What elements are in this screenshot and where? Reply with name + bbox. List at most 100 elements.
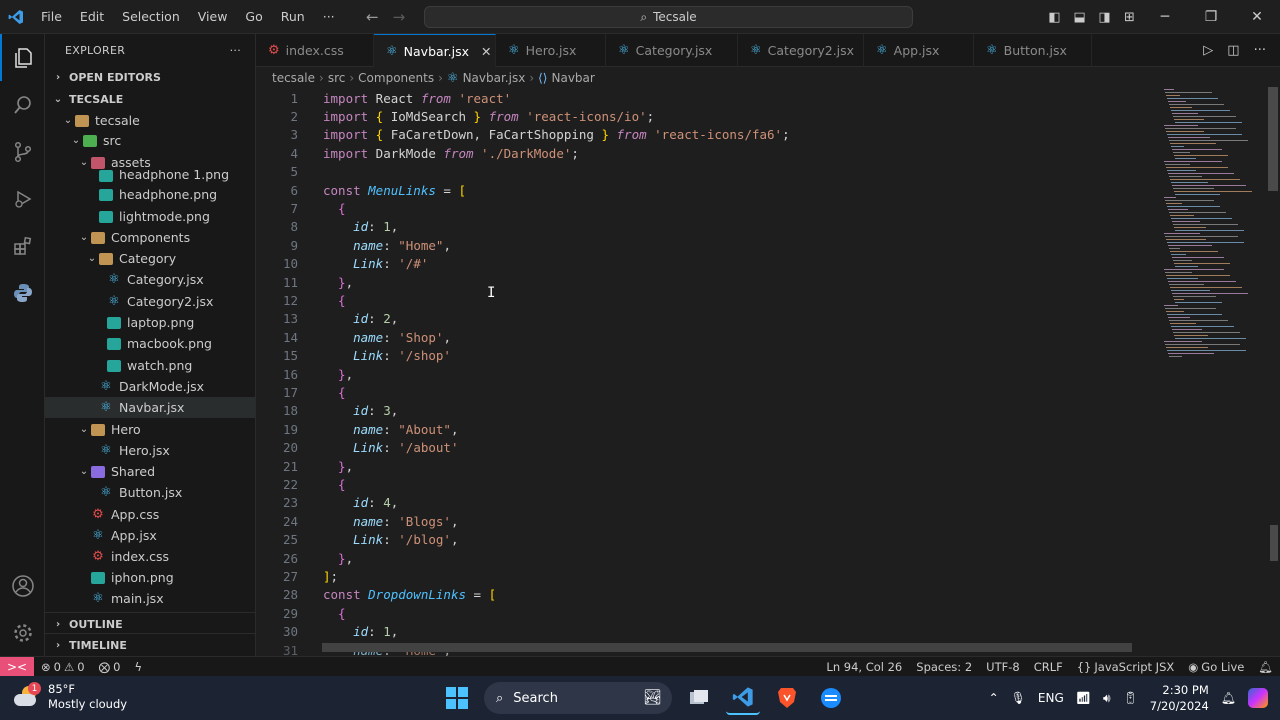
tree-item[interactable]: ⌄ Category	[45, 248, 255, 269]
explorer-icon[interactable]	[0, 34, 45, 81]
tree-item[interactable]: ⚛ DarkMode.jsx	[45, 376, 255, 397]
microphone-icon[interactable]: 🎙︎	[1011, 691, 1026, 705]
python-icon[interactable]	[0, 269, 45, 316]
outline-section[interactable]: › OUTLINE	[45, 612, 255, 634]
tab[interactable]: ⚛ Navbar.jsx ✕	[374, 34, 496, 67]
tree-item[interactable]: lightmode.png	[45, 206, 255, 227]
task-view-icon[interactable]	[682, 681, 716, 715]
tree-item[interactable]: ⚛ Navbar.jsx	[45, 397, 255, 418]
tree-item[interactable]: ⚛ Category2.jsx	[45, 291, 255, 312]
language-mode[interactable]: {} JavaScript JSX	[1070, 660, 1182, 674]
close-tab-icon[interactable]: ✕	[481, 44, 491, 59]
taskbar-search[interactable]: ⌕ Search 🏞︎	[484, 682, 672, 714]
brave-browser-icon[interactable]	[770, 681, 804, 715]
remote-indicator[interactable]: ><	[0, 656, 34, 677]
cursor-position[interactable]: Ln 94, Col 26	[819, 660, 909, 674]
tree-item[interactable]: headphone.png	[45, 184, 255, 205]
customize-layout-icon[interactable]: ⊞	[1117, 10, 1142, 25]
app-icon-blue[interactable]	[814, 681, 848, 715]
code-editor[interactable]: 1 import React from 'react' 2 import { IoMd…	[256, 89, 1156, 656]
menu-item[interactable]: File	[32, 0, 71, 34]
open-editors-section[interactable]: › OPEN EDITORS	[45, 66, 161, 88]
minimap[interactable]	[1156, 67, 1280, 656]
tree-item[interactable]: ⚛ App.jsx	[45, 525, 255, 546]
tree-item[interactable]: headphone 1.png	[45, 170, 255, 182]
menu-item[interactable]: Selection	[113, 0, 189, 34]
explorer-more-icon[interactable]: ···	[230, 44, 241, 57]
source-control-icon[interactable]	[0, 128, 45, 175]
tree-item[interactable]: watch.png	[45, 355, 255, 376]
go-live-button[interactable]: ◉ Go Live	[1181, 660, 1251, 674]
ports-indicator[interactable]: ⨂ 0	[92, 660, 128, 674]
tab[interactable]: ⚛ Category.jsx	[606, 34, 738, 67]
tab[interactable]: ⚛ Button.jsx	[974, 34, 1092, 67]
account-icon[interactable]	[0, 562, 45, 609]
tree-item[interactable]: ⚛ main.jsx	[45, 588, 255, 609]
timeline-section[interactable]: › TIMELINE	[45, 633, 255, 655]
copilot-icon[interactable]	[1248, 688, 1268, 708]
tree-item[interactable]: laptop.png	[45, 312, 255, 333]
project-section[interactable]: ⌄ TECSALE	[45, 88, 123, 110]
split-editor-icon[interactable]: ◫	[1227, 43, 1239, 58]
tree-item[interactable]: ⌄ Shared	[45, 461, 255, 482]
tree-item[interactable]: ⌄ src	[45, 130, 255, 151]
weather-widget[interactable]: 1 85°F Mostly cloudy	[14, 682, 127, 712]
menu-item[interactable]: ···	[314, 0, 344, 34]
restore-icon[interactable]: ❐	[1188, 9, 1234, 25]
search-icon[interactable]	[0, 81, 45, 128]
notifications-bell-icon[interactable]: 🔔︎	[1251, 660, 1280, 674]
clock[interactable]: 2:30 PM 7/20/2024	[1150, 682, 1209, 714]
encoding[interactable]: UTF-8	[979, 660, 1027, 674]
wifi-icon[interactable]: 📶︎	[1076, 691, 1091, 705]
tree-item[interactable]: ⌄ Hero	[45, 419, 255, 440]
lightning-icon[interactable]: ϟ	[127, 660, 149, 674]
tree-item[interactable]: macbook.png	[45, 333, 255, 354]
tab[interactable]: ⚛ App.jsx	[864, 34, 974, 67]
indentation[interactable]: Spaces: 2	[909, 660, 979, 674]
tree-item[interactable]: ⚛ Category.jsx	[45, 269, 255, 290]
tree-item[interactable]: ⚙ App.css	[45, 504, 255, 525]
vertical-scrollbar-thumb[interactable]	[1268, 87, 1278, 191]
breadcrumb-item[interactable]: Navbar	[552, 71, 595, 85]
toggle-secondary-sidebar-icon[interactable]: ◨	[1092, 10, 1117, 25]
extensions-icon[interactable]	[0, 222, 45, 269]
horizontal-scrollbar[interactable]	[322, 643, 1132, 652]
tab[interactable]: ⚛ Category2.jsx	[738, 34, 864, 67]
tree-item[interactable]: ⚙ index.css	[45, 546, 255, 567]
toggle-primary-sidebar-icon[interactable]: ◧	[1042, 10, 1067, 25]
chevron-up-icon[interactable]: ⌃	[989, 691, 999, 705]
volume-icon[interactable]: 🔊︎	[1103, 691, 1111, 706]
breadcrumb-item[interactable]: Components	[358, 71, 434, 85]
menu-item[interactable]: Edit	[71, 0, 113, 34]
tree-item[interactable]: ⚛ Button.jsx	[45, 482, 255, 503]
menu-item[interactable]: View	[189, 0, 237, 34]
toggle-panel-icon[interactable]: ⬓	[1067, 10, 1092, 25]
language-indicator[interactable]: ENG	[1038, 691, 1064, 705]
tab[interactable]: ⚙ index.css	[256, 34, 374, 67]
run-icon[interactable]: ▷	[1203, 43, 1213, 58]
settings-gear-icon[interactable]	[0, 609, 45, 656]
tree-item[interactable]: iphon.png	[45, 567, 255, 588]
close-window-icon[interactable]: ✕	[1234, 9, 1280, 25]
tab[interactable]: ⚛ Hero.jsx	[496, 34, 606, 67]
problems-indicator[interactable]: ⊗ 0 ⚠ 0	[34, 660, 92, 674]
back-arrow-icon[interactable]: ←	[366, 8, 379, 26]
command-center-search[interactable]: ⌕ Tecsale	[424, 6, 913, 28]
minimize-icon[interactable]: ─	[1142, 9, 1188, 25]
more-actions-icon[interactable]: ···	[1254, 43, 1266, 58]
breadcrumb-item[interactable]: Navbar.jsx	[463, 71, 526, 85]
breadcrumb-item[interactable]: src	[328, 71, 346, 85]
breadcrumb-item[interactable]: tecsale	[272, 71, 315, 85]
tree-item[interactable]: ⌄ tecsale	[45, 110, 255, 131]
forward-arrow-icon[interactable]: →	[393, 8, 406, 26]
vscode-taskbar-icon[interactable]	[726, 681, 760, 715]
battery-icon[interactable]: 🔋︎	[1123, 691, 1138, 705]
menu-item[interactable]: Run	[272, 0, 314, 34]
end-of-line[interactable]: CRLF	[1027, 660, 1070, 674]
tree-item[interactable]: ⚛ Hero.jsx	[45, 440, 255, 461]
notification-bell-icon[interactable]: 🔔︎	[1221, 691, 1236, 705]
start-button[interactable]	[440, 681, 474, 715]
tree-item[interactable]: ⌄ Components	[45, 227, 255, 248]
run-debug-icon[interactable]	[0, 175, 45, 222]
menu-item[interactable]: Go	[236, 0, 271, 34]
